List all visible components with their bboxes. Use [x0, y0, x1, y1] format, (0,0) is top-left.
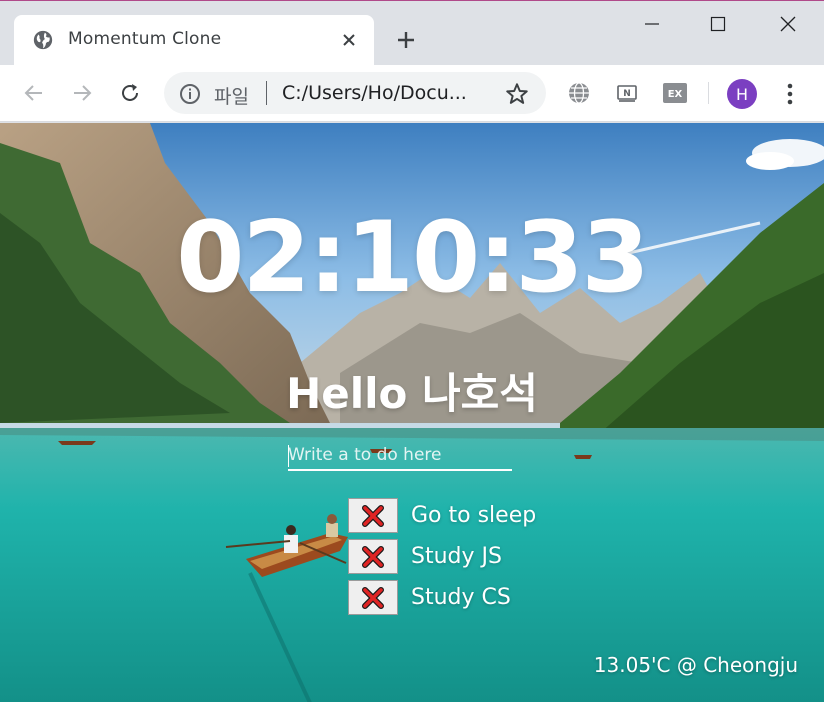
tab-momentum-clone[interactable]: Momentum Clone — [14, 15, 374, 65]
globe-extension-icon — [569, 82, 589, 104]
browser-window: Momentum Clone 파일 C:/Users/Ho/Docu... N … — [0, 0, 824, 702]
bookmark-star-icon[interactable] — [504, 81, 530, 107]
globe-extension-button[interactable] — [566, 80, 592, 106]
browser-toolbar: 파일 C:/Users/Ho/Docu... N EX H — [0, 65, 824, 122]
red-x-icon — [362, 545, 384, 568]
ex-extension-button[interactable]: EX — [662, 80, 688, 106]
reload-button[interactable] — [114, 77, 146, 109]
todo-text: Study JS — [411, 544, 502, 569]
maximize-icon — [710, 16, 726, 32]
toolbar-divider — [708, 82, 709, 104]
maximize-button[interactable] — [698, 9, 738, 39]
svg-text:EX: EX — [668, 89, 683, 100]
reload-icon — [122, 84, 138, 101]
todo-text: Go to sleep — [411, 503, 537, 528]
todo-item: Study JS — [348, 536, 608, 577]
todo-list: Go to sleep Study JS Study CS — [348, 495, 608, 618]
delete-todo-button[interactable] — [348, 498, 398, 533]
naver-extension-icon: N — [617, 85, 637, 102]
globe-icon — [33, 30, 53, 50]
greeting: Hello 나호석 — [286, 369, 538, 418]
naver-extension-button[interactable]: N — [614, 80, 640, 106]
arrow-left-icon — [24, 85, 42, 101]
delete-todo-button[interactable] — [348, 580, 398, 615]
close-window-button[interactable] — [768, 9, 808, 39]
text-caret — [288, 445, 289, 467]
plus-icon — [398, 32, 414, 48]
red-x-icon — [362, 504, 384, 527]
arrow-right-icon — [74, 85, 92, 101]
todo-input[interactable] — [288, 441, 512, 469]
minimize-icon — [645, 23, 659, 25]
tab-strip: Momentum Clone — [0, 1, 824, 65]
todo-form — [288, 441, 512, 471]
back-button[interactable] — [18, 77, 50, 109]
delete-todo-button[interactable] — [348, 539, 398, 574]
minimize-button[interactable] — [632, 9, 672, 39]
info-icon[interactable] — [178, 82, 202, 106]
url-scheme-label: 파일 — [214, 86, 249, 108]
address-bar[interactable]: 파일 C:/Users/Ho/Docu... — [164, 72, 546, 114]
momentum-page: 02:10:33 Hello 나호석 Go to sleep — [0, 123, 824, 702]
profile-avatar[interactable]: H — [727, 79, 757, 109]
url-text[interactable]: C:/Users/Ho/Docu... — [282, 82, 467, 104]
clock: 02:10:33 — [176, 201, 650, 315]
tab-title: Momentum Clone — [68, 29, 222, 49]
forward-button[interactable] — [66, 77, 98, 109]
browser-menu-button[interactable] — [776, 79, 804, 109]
new-tab-button[interactable] — [392, 26, 420, 54]
ex-extension-icon: EX — [663, 83, 687, 103]
todo-item: Go to sleep — [348, 495, 608, 536]
url-divider — [266, 81, 267, 105]
todo-item: Study CS — [348, 577, 608, 618]
red-x-icon — [362, 586, 384, 609]
todo-text: Study CS — [411, 585, 511, 610]
close-icon — [343, 34, 355, 46]
close-tab-button[interactable] — [336, 27, 362, 53]
weather-readout: 13.05'C @ Cheongju — [593, 653, 798, 677]
more-vert-icon — [787, 83, 793, 105]
svg-text:N: N — [623, 89, 631, 99]
close-icon — [780, 16, 796, 32]
